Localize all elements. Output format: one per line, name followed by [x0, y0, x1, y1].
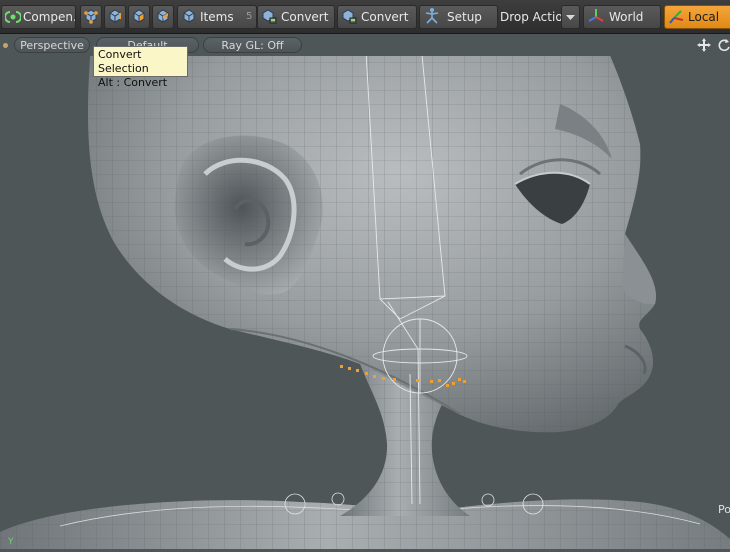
items-cube-icon	[181, 8, 197, 27]
tooltip-title: Convert Selection	[98, 48, 149, 75]
world-axes-icon	[587, 7, 605, 28]
materials-cube-icon	[155, 8, 171, 27]
select-edges-button[interactable]	[104, 5, 126, 29]
viewport-menu-dot-icon[interactable]	[3, 43, 8, 48]
raygl-label: Ray GL: Off	[221, 38, 284, 52]
axis-y-label: Y	[8, 537, 14, 547]
setup-skeleton-icon	[423, 7, 441, 28]
local-axes-icon	[668, 7, 686, 28]
3d-viewport[interactable]: Perspective Default Ray GL: Off	[0, 33, 730, 549]
world-space-button[interactable]: World	[583, 5, 661, 29]
main-toolbar: Compen... Items 5 Convert	[0, 0, 730, 34]
view-type-label: Perspective	[20, 38, 84, 52]
drop-action-dropdown[interactable]	[561, 5, 580, 29]
items-mode-label: Items	[200, 10, 234, 24]
rotate-view-icon[interactable]	[718, 38, 730, 55]
tooltip-shortcut: Alt : Convert	[98, 76, 168, 89]
local-space-label: Local	[688, 10, 720, 24]
polygons-cube-icon	[131, 8, 147, 27]
setup-button[interactable]: Setup	[419, 5, 498, 29]
items-mode-button[interactable]: Items	[177, 5, 257, 29]
convert-button-2[interactable]: Convert	[337, 5, 417, 29]
convert-label-2: Convert	[361, 10, 409, 24]
raygl-toggle[interactable]: Ray GL: Off	[203, 37, 302, 53]
select-vertices-button[interactable]	[80, 5, 102, 29]
chevron-down-icon	[566, 10, 575, 24]
select-materials-button[interactable]	[152, 5, 174, 29]
component-mode-button[interactable]: Compen...	[1, 5, 76, 29]
edges-cube-icon	[107, 8, 123, 27]
drop-action-label: Drop Action	[500, 10, 571, 24]
local-space-button[interactable]: Local	[664, 5, 730, 29]
vertices-cube-icon	[83, 8, 99, 27]
component-mode-label: Compen...	[23, 10, 75, 24]
view-type-dropdown[interactable]: Perspective	[14, 37, 90, 53]
setup-label: Setup	[447, 10, 482, 24]
select-polygons-button[interactable]	[128, 5, 150, 29]
convert-icon	[261, 8, 277, 27]
move-view-icon[interactable]	[697, 38, 711, 55]
component-mode-icon	[4, 10, 22, 24]
viewport-corner-text: Po	[718, 503, 730, 516]
convert-icon	[341, 8, 357, 27]
convert-button-1[interactable]: Convert	[257, 5, 335, 29]
world-space-label: World	[609, 10, 644, 24]
tooltip: Convert Selection Alt : Convert	[93, 46, 188, 89]
convert-label-1: Convert	[281, 10, 329, 24]
items-count: 5	[246, 11, 253, 22]
viewport-canvas[interactable]	[0, 33, 730, 549]
